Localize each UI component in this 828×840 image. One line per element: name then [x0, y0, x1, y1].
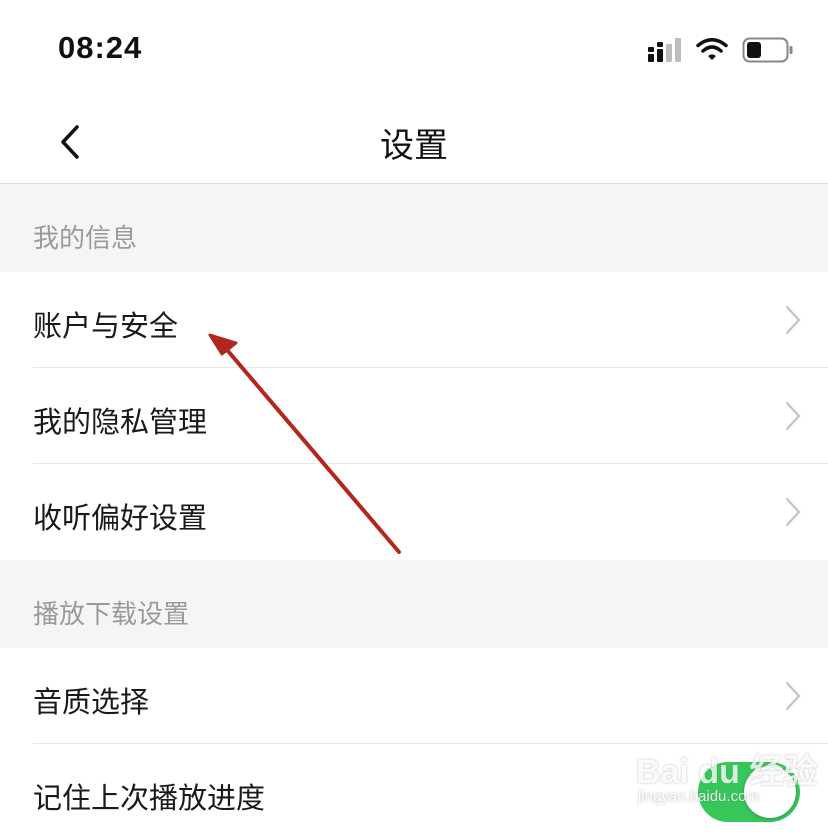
page-title: 设置: [380, 126, 448, 166]
settings-item-label: 音质选择: [33, 685, 150, 719]
section-label: 我的信息: [33, 224, 138, 254]
section-header-playback-download: 播放下载设置: [0, 560, 828, 648]
battery-icon: [742, 37, 793, 63]
settings-item-label: 记住上次播放进度: [33, 781, 266, 815]
status-bar: 08:24: [0, 0, 828, 100]
settings-item-listening-preferences[interactable]: 收听偏好设置: [0, 464, 828, 560]
settings-item-label: 我的隐私管理: [33, 405, 208, 439]
chevron-right-icon: [785, 497, 801, 527]
settings-item-privacy[interactable]: 我的隐私管理: [0, 368, 828, 464]
settings-item-account-security[interactable]: 账户与安全: [0, 272, 828, 368]
section-label: 播放下载设置: [33, 600, 190, 630]
cellular-signal-icon: [648, 38, 681, 62]
nav-bar: 设置: [0, 100, 828, 184]
chevron-right-icon: [785, 305, 801, 335]
chevron-right-icon: [785, 401, 801, 431]
status-icons: [648, 36, 794, 64]
section-header-my-info: 我的信息: [0, 184, 828, 272]
settings-list: 我的信息 账户与安全 我的隐私管理 收听偏好设置 播放下载设置 音质选择 记住上…: [0, 184, 828, 840]
wifi-icon: [696, 38, 728, 60]
chevron-right-icon: [785, 681, 801, 711]
settings-item-audio-quality[interactable]: 音质选择: [0, 648, 828, 744]
settings-item-label: 账户与安全: [33, 309, 179, 343]
status-time: 08:24: [58, 30, 143, 65]
toggle-knob: [744, 766, 796, 818]
settings-item-label: 收听偏好设置: [33, 501, 208, 535]
remember-progress-toggle[interactable]: [698, 762, 800, 822]
settings-item-remember-progress: 记住上次播放进度: [0, 744, 828, 840]
